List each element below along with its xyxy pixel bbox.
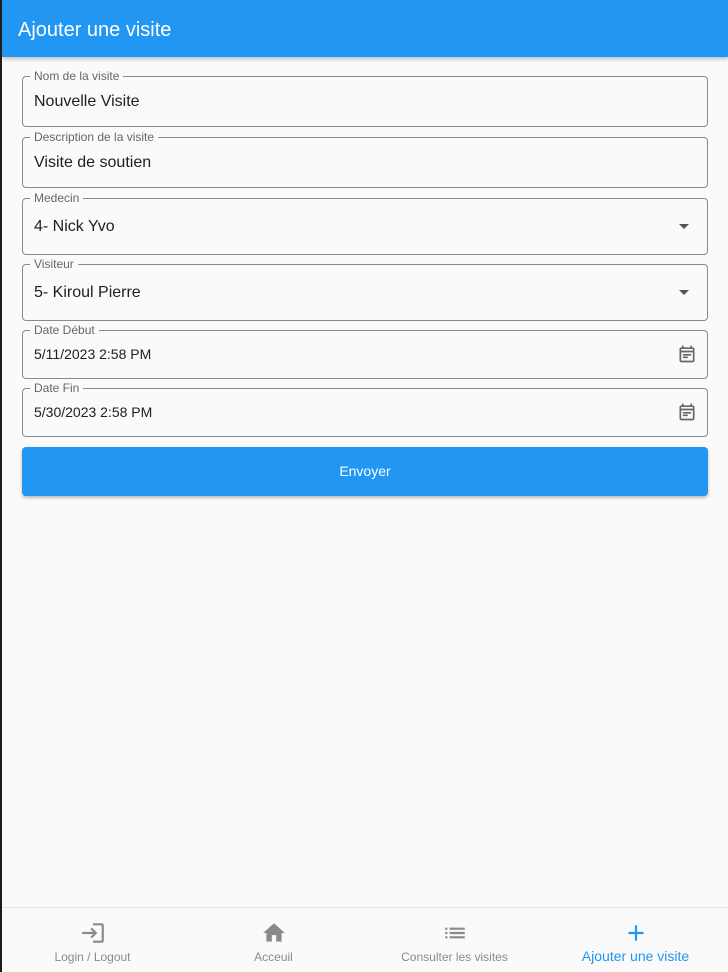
nom-visite-value[interactable]: Nouvelle Visite — [34, 93, 140, 111]
date-debut-value[interactable]: 5/11/2023 2:58 PM — [34, 346, 151, 362]
page-title: Ajouter une visite — [18, 19, 172, 41]
app-window: Ajouter une visite Nom de la visite Nouv… — [2, 0, 728, 972]
nav-label-acceuil: Acceuil — [254, 950, 293, 964]
list-icon — [444, 927, 465, 939]
date-fin-field[interactable]: Date Fin 5/30/2023 2:58 PM — [22, 381, 708, 437]
visiteur-select[interactable]: Visiteur 5- Kiroul Pierre — [22, 257, 708, 321]
calendar-icon[interactable] — [677, 402, 697, 422]
home-icon — [262, 923, 285, 942]
nav-item-login-logout[interactable]: Login / Logout — [2, 908, 183, 972]
visiteur-label: Visiteur — [30, 257, 78, 271]
description-visite-label: Description de la visite — [30, 130, 159, 144]
add-icon — [627, 925, 644, 941]
app-bar: Ajouter une visite — [2, 0, 728, 57]
medecin-selected-value: 4- Nick Yvo — [34, 218, 115, 235]
date-fin-value[interactable]: 5/30/2023 2:58 PM — [34, 404, 152, 420]
nav-label-ajouter-visite: Ajouter une visite — [581, 948, 690, 964]
visiteur-selected-value: 5- Kiroul Pierre — [34, 284, 141, 301]
nom-visite-label: Nom de la visite — [30, 69, 124, 83]
nav-item-ajouter-visite[interactable]: Ajouter une visite — [545, 908, 726, 972]
nav-label-consulter-visites: Consulter les visites — [401, 950, 508, 964]
envoyer-button[interactable]: Envoyer — [22, 447, 708, 496]
nom-visite-field[interactable]: Nom de la visite Nouvelle Visite — [22, 69, 708, 127]
nav-item-acceuil[interactable]: Acceuil — [183, 908, 364, 972]
date-debut-label: Date Début — [30, 323, 99, 337]
bottom-navigation: Login / Logout Acceuil Consulter les vis… — [2, 907, 728, 972]
login-icon — [81, 923, 104, 943]
chevron-down-icon[interactable] — [679, 290, 689, 295]
description-visite-field[interactable]: Description de la visite Visite de souti… — [22, 130, 708, 188]
chevron-down-icon[interactable] — [679, 224, 689, 229]
date-fin-label: Date Fin — [30, 381, 84, 395]
description-visite-value[interactable]: Visite de soutien — [34, 154, 151, 172]
calendar-icon[interactable] — [677, 344, 697, 364]
medecin-label: Medecin — [30, 191, 84, 205]
nav-item-consulter-visites[interactable]: Consulter les visites — [364, 908, 545, 972]
nav-label-login-logout: Login / Logout — [54, 950, 131, 964]
medecin-select[interactable]: Medecin 4- Nick Yvo — [22, 191, 708, 255]
date-debut-field[interactable]: Date Début 5/11/2023 2:58 PM — [22, 323, 708, 379]
